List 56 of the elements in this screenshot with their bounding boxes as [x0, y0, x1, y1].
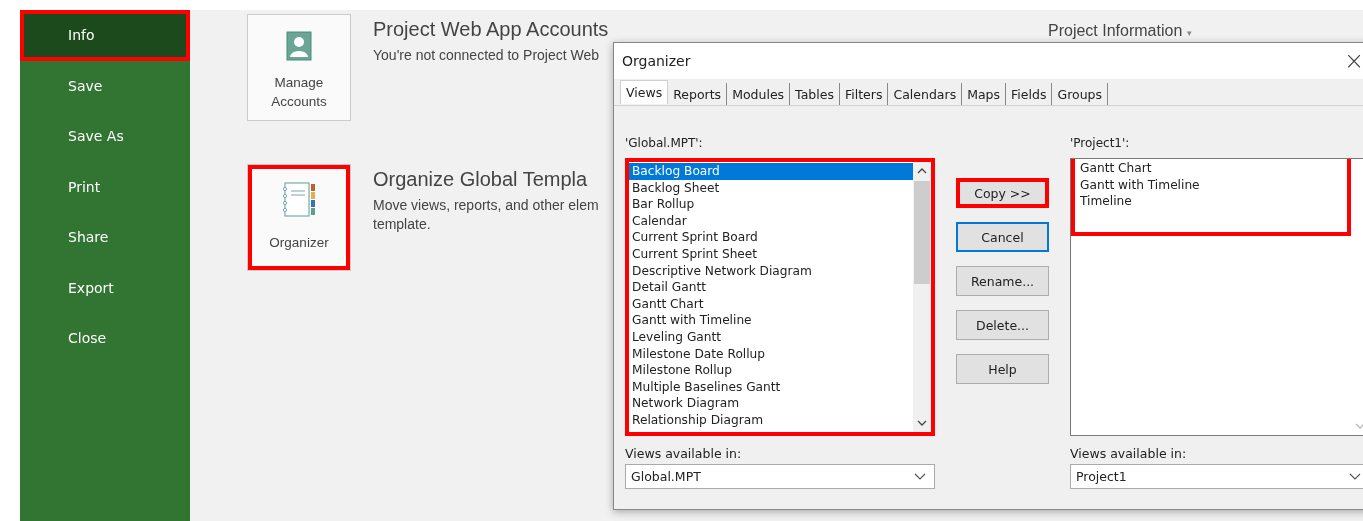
list-item[interactable]: Descriptive Network Diagram — [629, 262, 913, 280]
list-item[interactable]: Network Diagram — [629, 395, 913, 412]
sidebar-item[interactable]: Info — [20, 10, 190, 61]
list-item[interactable]: Gantt with Timeline — [1077, 176, 1347, 194]
views-available-dropdown[interactable]: Global.MPT — [625, 464, 935, 489]
field-label: Views available in: — [625, 446, 743, 463]
dialog-button[interactable]: Delete... — [956, 310, 1049, 340]
list-item[interactable]: Current Sprint Board — [629, 229, 913, 246]
section-title: Organize Global Templa — [373, 167, 588, 192]
tab[interactable]: Tables — [790, 83, 840, 105]
list-item[interactable]: Backlog Board — [629, 163, 913, 180]
tab[interactable]: Views — [620, 80, 669, 104]
list-item[interactable]: Backlog Sheet — [629, 179, 913, 197]
sidebar-item[interactable]: Share — [20, 212, 190, 263]
views-available-dropdown[interactable]: Project1 — [1070, 464, 1363, 489]
section-title: Project Web App Accounts — [373, 17, 609, 42]
sidebar-item[interactable]: Save As — [20, 111, 190, 162]
dialog-button[interactable]: Rename... — [956, 266, 1049, 296]
list-item[interactable]: Bar Rollup — [629, 196, 913, 213]
section-description: Move views, reports, and other elem — [373, 196, 599, 215]
sidebar-item[interactable]: Print — [20, 161, 190, 212]
list-item[interactable]: Gantt Chart — [629, 295, 913, 313]
list-item[interactable]: Calendar — [629, 212, 913, 230]
list-label: 'Global.MPT': — [625, 136, 704, 152]
section-description: You're not connected to Project Web — [373, 46, 600, 65]
sidebar-item[interactable]: Export — [20, 262, 190, 313]
tab[interactable]: Fields — [1006, 83, 1053, 105]
tab[interactable]: Reports — [668, 83, 728, 105]
list-item[interactable]: Milestone Date Rollup — [629, 345, 913, 363]
dialog-button[interactable]: Copy >> — [956, 178, 1049, 208]
manage-accounts-button[interactable]: Manage Accounts — [247, 14, 351, 121]
list-label: 'Project1': — [1070, 136, 1131, 152]
list-item[interactable]: Milestone Rollup — [629, 362, 913, 379]
tab[interactable]: Groups — [1052, 83, 1109, 105]
tab[interactable]: Maps — [962, 83, 1007, 105]
list-item[interactable]: Multiple Baselines Gantt — [629, 378, 913, 396]
list-item[interactable]: Timeline — [1077, 193, 1347, 210]
dialog-button[interactable]: Cancel — [956, 222, 1049, 252]
project-information-menu[interactable]: Project Information ▾ — [1048, 22, 1192, 39]
sidebar-item[interactable]: Save — [20, 60, 190, 111]
list-item[interactable]: Leveling Gantt — [629, 328, 913, 346]
list-item[interactable]: Gantt Chart — [1077, 160, 1347, 177]
tab[interactable]: Filters — [839, 83, 889, 105]
field-label: Views available in: — [1070, 446, 1188, 463]
list-item[interactable]: Detail Gantt — [629, 279, 913, 296]
tab[interactable]: Modules — [727, 83, 791, 105]
dialog-button[interactable]: Help — [956, 354, 1049, 384]
sidebar-item[interactable]: Close — [20, 313, 190, 364]
organizer-button[interactable]: Organizer — [247, 164, 351, 271]
list-item[interactable]: Gantt with Timeline — [629, 312, 913, 329]
list-item[interactable]: Relationship Diagram — [629, 411, 913, 429]
list-item[interactable]: Current Sprint Sheet — [629, 245, 913, 263]
section-description: template. — [373, 215, 431, 234]
tab[interactable]: Calendars — [888, 83, 963, 105]
close-button[interactable]: × — [1340, 47, 1363, 75]
dialog-title: Organizer — [622, 53, 691, 69]
